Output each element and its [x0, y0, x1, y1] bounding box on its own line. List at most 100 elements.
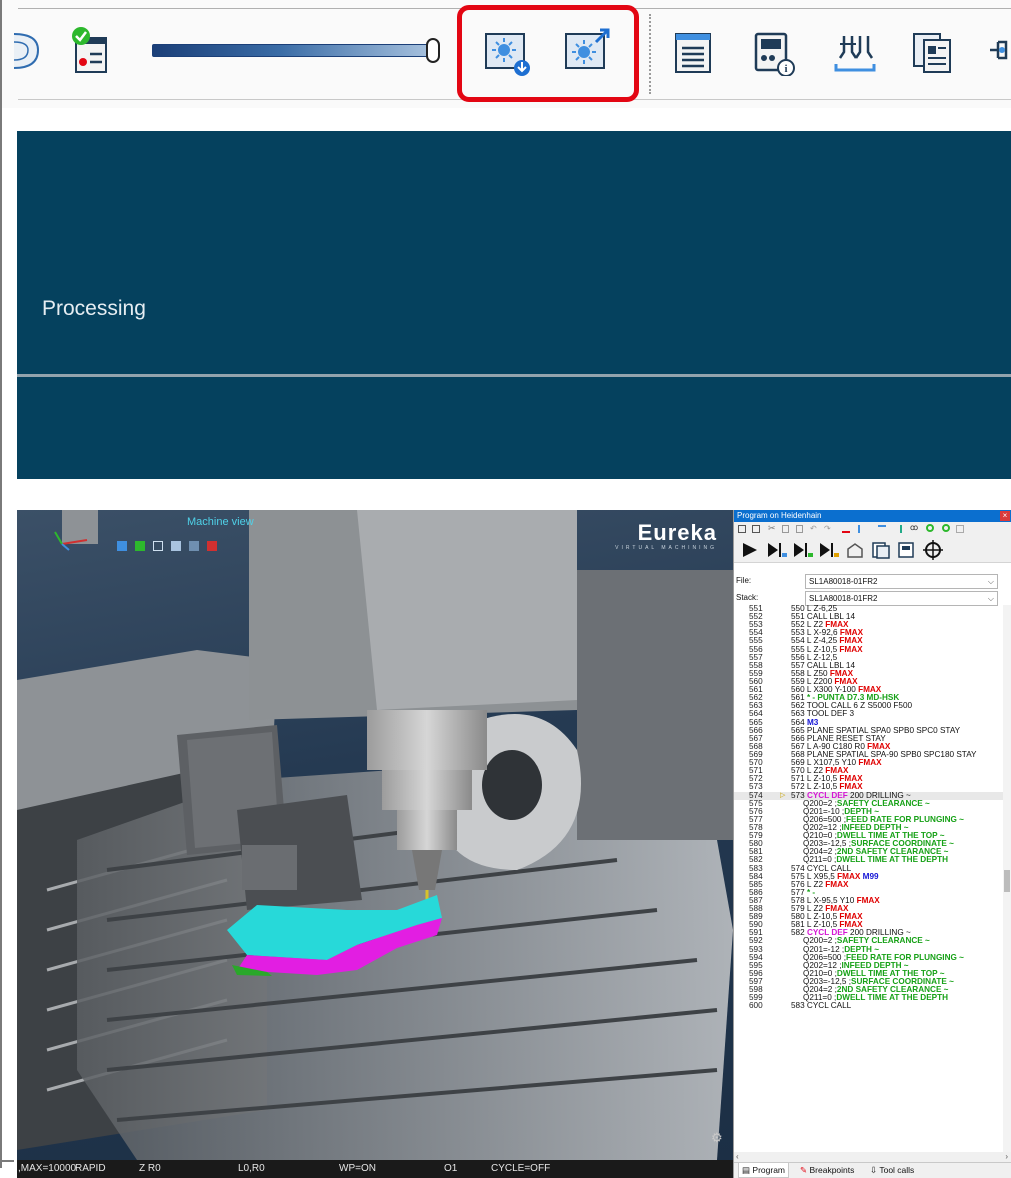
goto-icon[interactable] — [894, 525, 902, 533]
code-line[interactable]: 585 576 L Z2 FMAX — [734, 880, 1004, 889]
code-line[interactable]: 570 569 L X107,5 Y10 FMAX — [734, 758, 1004, 768]
code-line[interactable]: 563 562 TOOL CALL 6 Z S5000 F500 — [734, 702, 1004, 710]
step-icon[interactable] — [766, 541, 788, 559]
play-icon[interactable] — [740, 541, 760, 559]
tool-icon[interactable] — [988, 24, 1010, 76]
code-line[interactable]: 600 583 CYCL CALL — [734, 1002, 1004, 1010]
code-text: 583 CYCL CALL — [791, 1002, 851, 1010]
tab-program[interactable]: ▤ Program — [738, 1163, 789, 1178]
code-line[interactable]: 552 551 CALL LBL 14 — [734, 612, 1004, 621]
find-icon[interactable]: ꝏ — [910, 523, 918, 532]
cut-icon[interactable]: ✂ — [768, 523, 776, 534]
code-line[interactable]: 587 578 L X-95,5 Y10 FMAX — [734, 896, 1004, 905]
indent-icon[interactable] — [878, 525, 886, 533]
save-icon[interactable] — [738, 525, 746, 533]
machine-scene — [17, 510, 733, 1160]
eureka-logo-subtitle: VIRTUAL MACHINING — [615, 545, 717, 551]
settings-gear-icon[interactable]: ⚙ — [711, 1130, 723, 1146]
processing-panel: Processing — [17, 131, 1011, 479]
disc-icon[interactable] — [14, 24, 44, 76]
view-front-icon[interactable] — [117, 541, 127, 551]
scroll-left-icon[interactable]: ‹ — [736, 1152, 739, 1161]
code-line[interactable]: 555 554 L Z-4,25 FMAX — [734, 637, 1004, 645]
document-list-icon[interactable] — [670, 24, 716, 76]
options-icon[interactable] — [956, 525, 964, 533]
code-line[interactable]: 559 558 L Z50 FMAX — [734, 669, 1004, 678]
code-line[interactable]: 589 580 L Z-10,5 FMAX — [734, 912, 1004, 921]
collision-icon[interactable] — [832, 24, 878, 76]
program-pages-icon[interactable] — [870, 541, 892, 559]
machine-home-icon[interactable] — [844, 541, 866, 559]
file-value: SL1A80018-01FR2 — [809, 577, 878, 586]
file-select[interactable]: SL1A80018-01FR2 ⌵ — [805, 574, 998, 589]
eureka-logo: Eureka — [637, 520, 717, 545]
search-next-icon[interactable] — [942, 524, 950, 532]
code-keyword: DWELL TIME AT THE DEPTH — [836, 855, 949, 865]
program-code-listing[interactable]: 551 550 L Z-6,25 552 551 CALL LBL 14 553 552 … — [734, 605, 1004, 1152]
redo-icon[interactable]: ↷ — [824, 524, 831, 533]
code-keyword: FMAX — [858, 758, 882, 768]
program-tab-icon: ▤ — [742, 1165, 753, 1175]
step-over-icon[interactable] — [792, 541, 814, 559]
tab-program-label: Program — [752, 1165, 785, 1175]
code-line[interactable]: 557 556 L Z-12,5 — [734, 653, 1004, 662]
code-line[interactable]: 582 Q211=0 ;DWELL TIME AT THE DEPTH — [734, 856, 1004, 864]
code-segment: 583 CYCL CALL — [791, 1001, 852, 1011]
search-icon[interactable] — [926, 524, 934, 532]
code-line[interactable]: 556 555 L Z-10,5 FMAX — [734, 644, 1004, 654]
code-line[interactable]: 572 571 L Z-10,5 FMAX — [734, 775, 1004, 783]
tab-breakpoints[interactable]: ✎ Breakpoints — [800, 1165, 854, 1176]
line-number: 600 — [749, 1001, 763, 1011]
tab-tool-calls[interactable]: ⇩ Tool calls — [870, 1165, 914, 1176]
zoom-icon[interactable] — [171, 541, 181, 551]
status-wp: WP=ON — [339, 1163, 376, 1174]
speed-slider-track[interactable] — [152, 44, 434, 57]
speed-slider-thumb[interactable] — [426, 38, 440, 63]
copy-icon[interactable] — [782, 525, 789, 533]
processing-divider — [17, 374, 1011, 377]
machine-info-icon[interactable]: i — [750, 24, 796, 76]
machine-3d-viewport[interactable]: Machine view Eureka VIRTUAL MACHINING ⚙ — [17, 510, 733, 1160]
breakpoint-icon[interactable] — [842, 525, 850, 533]
light-export-icon[interactable] — [564, 24, 610, 76]
close-icon[interactable]: × — [1000, 511, 1010, 521]
code-line[interactable]: 571 570 L Z2 FMAX — [734, 767, 1004, 775]
scroll-right-icon[interactable]: › — [1005, 1152, 1008, 1161]
viewport-title: Machine view — [187, 516, 254, 528]
controller-info-icon[interactable] — [896, 541, 918, 559]
save-as-icon[interactable] — [752, 525, 760, 533]
code-line[interactable]: 564 563 TOOL DEF 3 — [734, 710, 1004, 718]
undo-icon[interactable]: ↶ — [810, 524, 817, 533]
code-line[interactable]: 599 Q211=0 ;DWELL TIME AT THE DEPTH — [734, 994, 1004, 1002]
vertical-scrollbar[interactable] — [1003, 605, 1011, 1152]
target-icon[interactable] — [922, 539, 944, 561]
camera-icon[interactable] — [189, 541, 199, 551]
code-line[interactable]: 588 579 L Z2 FMAX — [734, 904, 1004, 913]
stack-value: SL1A80018-01FR2 — [809, 594, 878, 603]
horizontal-scrollbar[interactable]: ‹ › — [734, 1152, 1011, 1162]
report-check-icon[interactable] — [66, 24, 112, 76]
scrollbar-thumb[interactable] — [1004, 870, 1010, 892]
code-line[interactable]: 551 550 L Z-6,25 — [734, 605, 1004, 613]
program-run-toolbar — [734, 537, 1011, 563]
fit-view-icon[interactable] — [153, 541, 163, 551]
status-rapid: RAPID — [75, 1163, 106, 1174]
code-keyword: M99 — [862, 871, 879, 881]
code-line[interactable]: 584 575 L X95,5 FMAX M99 — [734, 871, 1004, 881]
program-title: Program on Heidenhain — [737, 511, 822, 520]
section-icon[interactable] — [207, 541, 217, 551]
code-line[interactable]: 554 553 L X-92,6 FMAX — [734, 629, 1004, 637]
code-keyword: FMAX — [839, 644, 863, 654]
list-breakpoints-icon[interactable] — [858, 525, 866, 533]
paste-icon[interactable] — [796, 525, 803, 533]
window-border — [0, 0, 2, 1168]
pages-icon[interactable] — [910, 24, 956, 76]
window-border-foot — [0, 1160, 14, 1162]
light-download-icon[interactable] — [484, 24, 530, 76]
svg-text:i: i — [784, 63, 787, 75]
step-out-icon[interactable] — [818, 541, 840, 559]
stack-select[interactable]: SL1A80018-01FR2 ⌵ — [805, 591, 998, 606]
code-line[interactable]: 558 557 CALL LBL 14 — [734, 661, 1004, 670]
view-iso-icon[interactable] — [135, 541, 145, 551]
code-line[interactable]: 553 552 L Z2 FMAX — [734, 621, 1004, 629]
